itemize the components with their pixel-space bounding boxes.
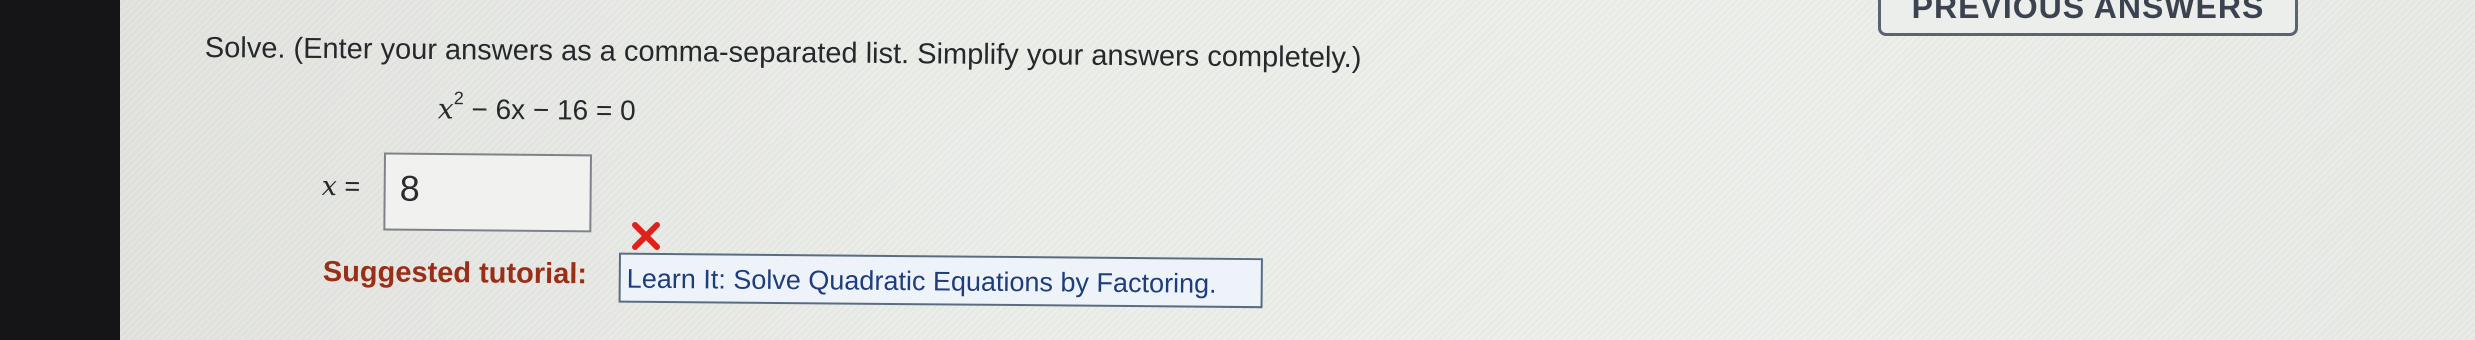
answer-label: x = (322, 171, 361, 202)
tutorial-label: Suggested tutorial: (322, 255, 588, 291)
wrong-x-icon (632, 222, 660, 250)
equation: x2 − 6x − 16 = 0 (437, 88, 636, 127)
previous-answers-button[interactable]: PREVIOUS ANSWERS (1878, 0, 2298, 36)
answer-variable: x (321, 170, 338, 203)
answer-input[interactable]: 8 (383, 152, 592, 233)
answer-equals: = (336, 171, 361, 202)
equation-rest: − 6x − 16 = 0 (463, 93, 636, 127)
left-margin (0, 0, 120, 340)
equation-variable: x (437, 92, 454, 126)
equation-exponent: 2 (453, 88, 464, 109)
tutorial-link[interactable]: Learn It: Solve Quadratic Equations by F… (618, 252, 1263, 309)
